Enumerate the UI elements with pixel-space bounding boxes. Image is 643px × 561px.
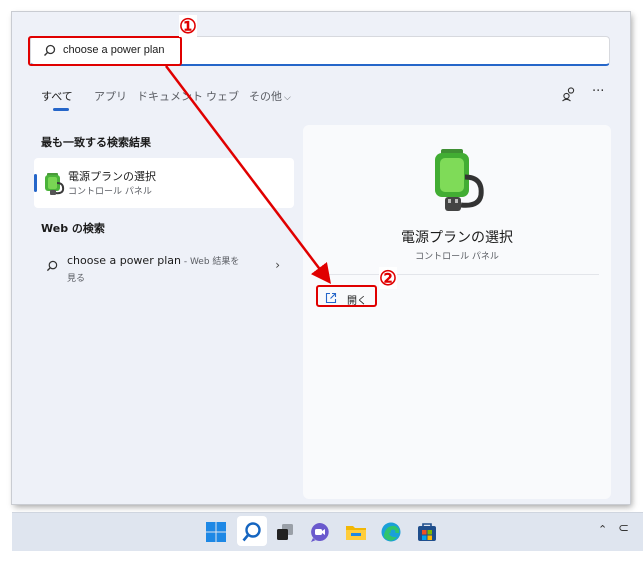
annotation-number-2: ② xyxy=(379,266,397,290)
annotation-number-1: ① xyxy=(179,14,197,38)
annotation-arrow xyxy=(165,65,332,284)
